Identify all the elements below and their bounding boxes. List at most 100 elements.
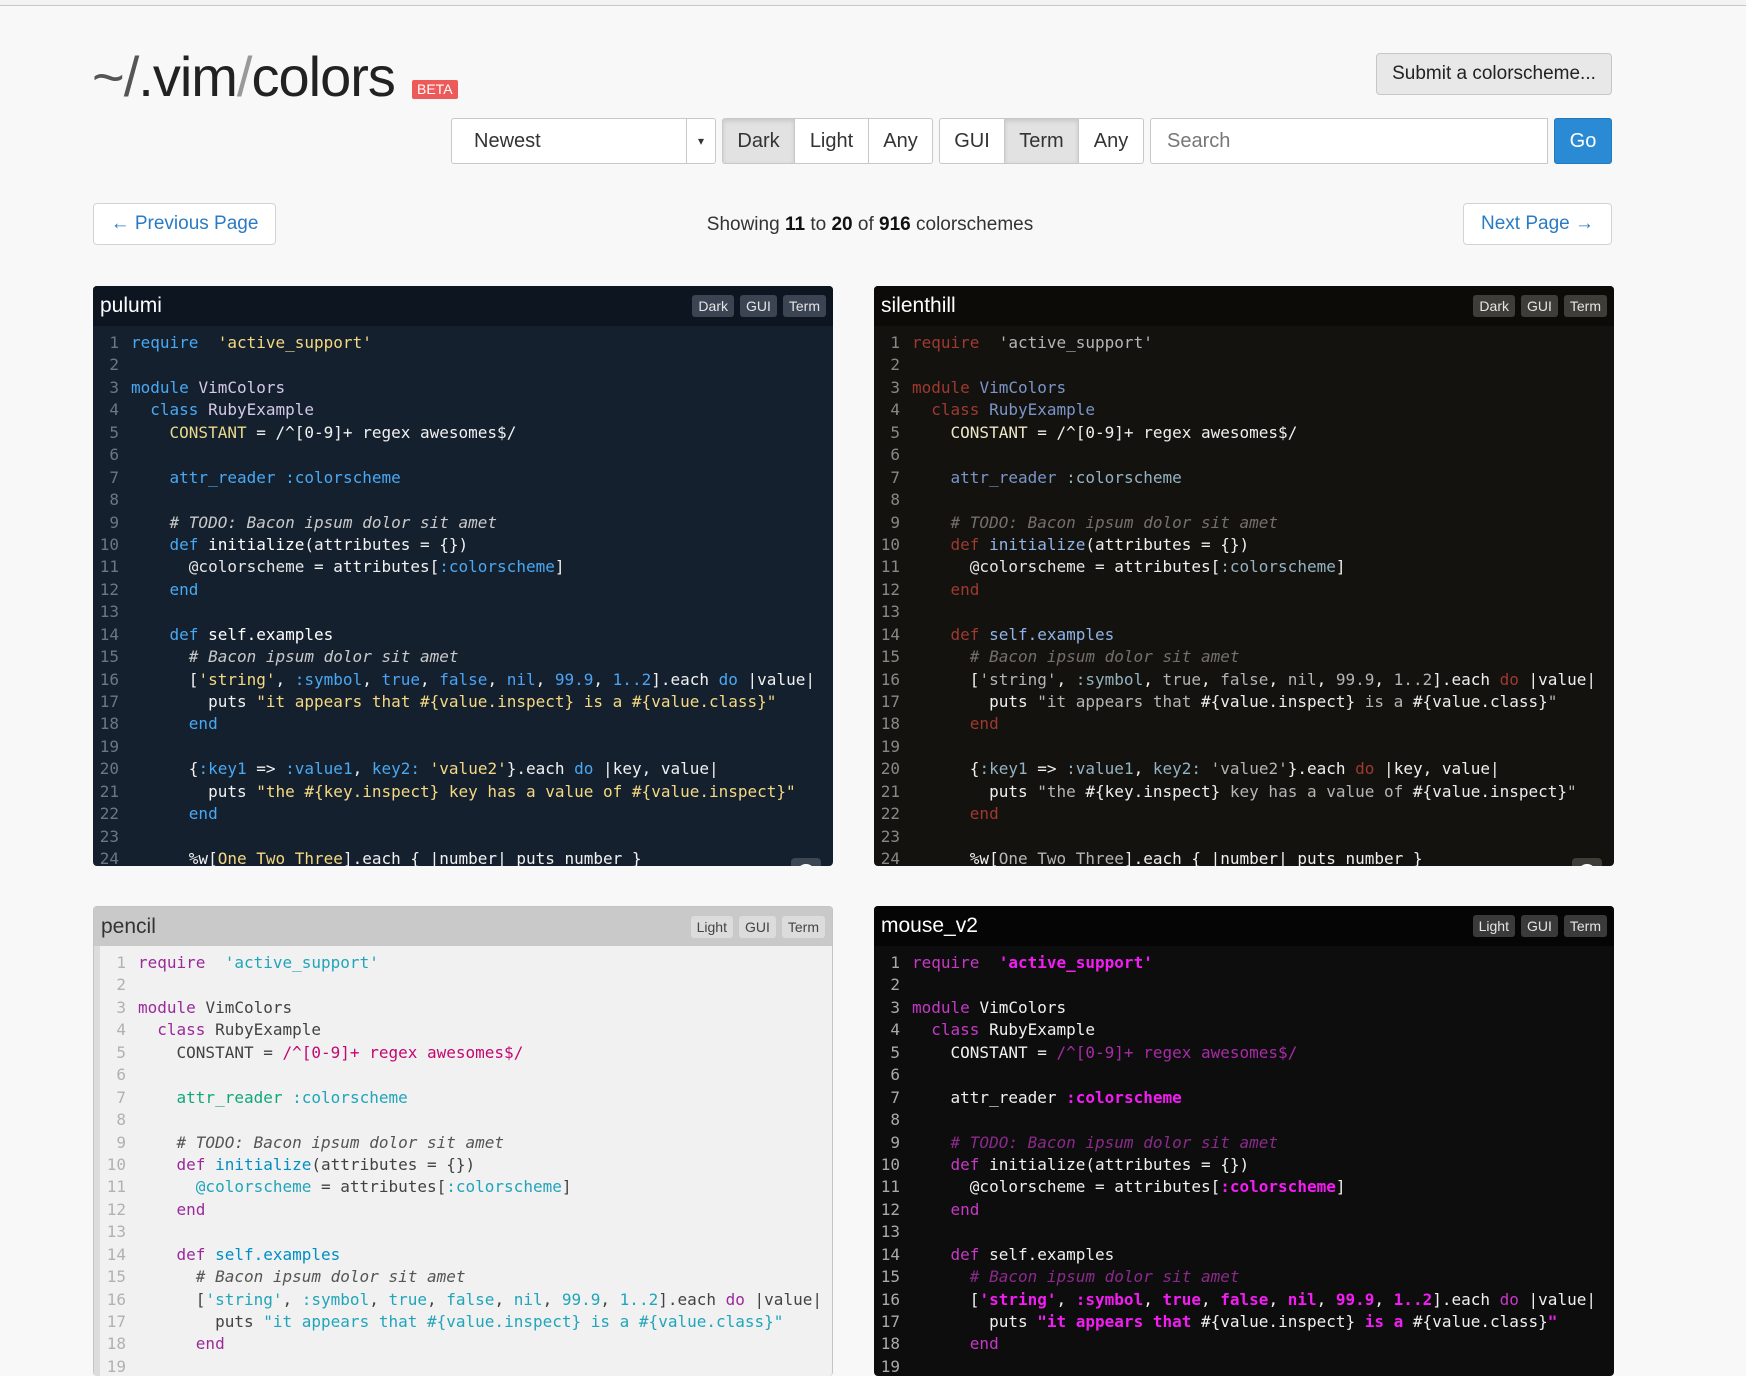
tag-light[interactable]: Light (690, 915, 733, 938)
code-token: attr_reader (912, 1087, 1057, 1107)
line-number: 21 (99, 781, 119, 801)
code-token: #{key.inspect} (304, 781, 440, 801)
tag-gui[interactable]: GUI (1520, 295, 1558, 317)
code-token: #{value.inspect} (420, 692, 575, 711)
code-token: attr_reader (912, 467, 1057, 487)
colorscheme-name[interactable]: silenthill (881, 294, 956, 318)
colorscheme-card[interactable]: mouse_v2 Light GUI Term 1 require 'active… (874, 906, 1614, 1376)
tag-term[interactable]: Term (781, 915, 825, 938)
code-token: 'value2' (1210, 759, 1288, 779)
submit-colorscheme-button[interactable]: Submit a colorscheme... (1376, 53, 1612, 95)
line-number: 15 (106, 1267, 126, 1287)
code-token: :colorscheme (1220, 557, 1336, 577)
tag-term[interactable]: Term (782, 295, 826, 317)
code-line: 12 end (874, 579, 1614, 601)
filter-editor-any[interactable]: Any (1078, 118, 1144, 164)
colorscheme-name[interactable]: pencil (101, 915, 156, 939)
next-page-button[interactable]: Next Page → (1463, 203, 1612, 245)
code-token: , (487, 669, 507, 689)
code-token: initialize (989, 534, 1086, 554)
filter-light[interactable]: Light (794, 118, 869, 164)
code-token: :colorscheme (1066, 467, 1182, 487)
code-line: 15 # Bacon ipsum dolor sit amet (100, 1266, 832, 1288)
code-token: #{value.inspect} (427, 1312, 582, 1331)
search-input[interactable] (1150, 118, 1548, 164)
previous-page-button[interactable]: ← Previous Page (93, 203, 276, 245)
tag-term[interactable]: Term (1563, 915, 1607, 937)
tag-term[interactable]: Term (1563, 295, 1607, 317)
line-number: 5 (890, 422, 900, 442)
code-line: 1 require 'active_support' (93, 332, 833, 354)
tag-gui[interactable]: GUI (738, 915, 776, 938)
code-token: 'value2' (429, 759, 507, 779)
code-line: 17 puts "it appears that #{value.inspect… (93, 691, 833, 713)
code-token: [ (912, 669, 980, 689)
code-line: 20 {:key1 => :value1, key2: 'value2'}.ea… (93, 758, 833, 780)
filter-background-any[interactable]: Any (868, 118, 933, 164)
code-token: nil (1287, 1289, 1317, 1309)
code-token: RubyExample (208, 400, 315, 420)
tag-dark[interactable]: Dark (1473, 295, 1515, 317)
filter-dark[interactable]: Dark (722, 118, 795, 164)
sort-select[interactable]: Newest ▾ (451, 118, 716, 164)
tag-gui[interactable]: GUI (739, 295, 777, 317)
line-number: 10 (880, 534, 900, 554)
code-token: "the (256, 781, 305, 801)
code-line: 14 def self.examples (93, 624, 833, 646)
colorscheme-card[interactable]: silenthill Dark GUI Term 1 require 'activ… (874, 286, 1614, 866)
colorscheme-card[interactable]: pulumi Dark GUI Term 1 require 'active_su… (93, 286, 833, 866)
caret-down-icon[interactable]: ▾ (686, 119, 715, 163)
line-number: 17 (880, 692, 900, 711)
code-line: 11 @colorscheme = attributes[:colorschem… (93, 556, 833, 578)
code-token: end (131, 579, 199, 599)
code-token: , (1133, 759, 1153, 779)
line-number: 1 (890, 333, 900, 352)
colorscheme-name[interactable]: mouse_v2 (881, 914, 978, 938)
code-line: 5 CONSTANT = /^[0-9]+ regex awesomes$/ (100, 1042, 832, 1064)
code-token: = attributes[ (304, 557, 440, 577)
code-token: end (912, 1334, 999, 1354)
tag-light[interactable]: Light (1472, 915, 1515, 937)
code-line: 20 {:key1 => :value1, key2: 'value2'}.ea… (874, 758, 1614, 780)
code-token: "it appears that (1037, 692, 1201, 711)
code-token: = attributes[ (311, 1177, 447, 1197)
code-token: RubyExample (989, 400, 1096, 420)
code-token: , (1316, 669, 1336, 689)
line-number: 23 (99, 826, 119, 846)
code-token: 99.9 (561, 1289, 601, 1309)
site-logo[interactable]: ~/.vim/colors (92, 44, 396, 109)
colorscheme-card[interactable]: pencil Light GUI Term 1 require 'active_s… (93, 906, 833, 1376)
tag-dark[interactable]: Dark (692, 295, 734, 317)
code-line: 11 @colorscheme = attributes[:colorschem… (100, 1176, 832, 1198)
code-token: , (1143, 669, 1163, 689)
filter-term[interactable]: Term (1004, 118, 1079, 164)
code-token: 99.9 (1335, 669, 1375, 689)
tag-gui[interactable]: GUI (1520, 915, 1558, 937)
github-icon[interactable] (1572, 858, 1602, 866)
filter-gui[interactable]: GUI (939, 118, 1005, 164)
go-button[interactable]: Go (1554, 118, 1612, 164)
code-token: , (427, 1289, 447, 1309)
code-token: do (574, 759, 594, 779)
code-token: puts (912, 781, 1038, 801)
code-token: /^[0-9]+ regex awesomes$/ (1056, 422, 1298, 442)
colorscheme-name[interactable]: pulumi (100, 294, 162, 318)
code-token: #{key.inspect} (1085, 781, 1221, 801)
code-token: end (912, 1199, 980, 1219)
code-token: true (388, 1289, 427, 1309)
code-token: 'active_support' (998, 333, 1153, 352)
results-summary: Showing 11 to 20 of 916 colorschemes (706, 214, 1034, 235)
github-icon[interactable] (791, 858, 821, 866)
code-token: :colorscheme (446, 1177, 562, 1197)
code-token: }.each (1287, 759, 1356, 779)
line-number: 7 (109, 467, 119, 487)
code-token: :key1 (979, 759, 1028, 779)
code-token: RubyExample (989, 1020, 1096, 1040)
line-number: 13 (106, 1222, 126, 1242)
code-token: puts (912, 692, 1038, 711)
code-line: 12 end (874, 1199, 1614, 1221)
code-token: 1..2 (612, 669, 652, 689)
